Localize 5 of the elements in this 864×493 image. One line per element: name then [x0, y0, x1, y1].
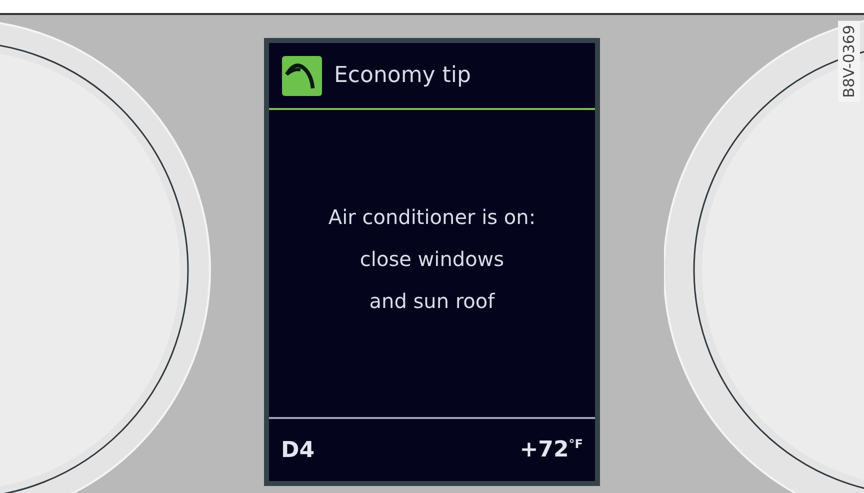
gear-indicator: D4 — [281, 438, 315, 462]
outside-temperature: +72$^{°F}$ — [520, 437, 583, 463]
figure-code: B8V-0369 — [838, 21, 860, 102]
message-text: Air conditioner is on: close windows and sun roof — [328, 204, 536, 314]
display-title: Economy tip — [334, 63, 472, 88]
